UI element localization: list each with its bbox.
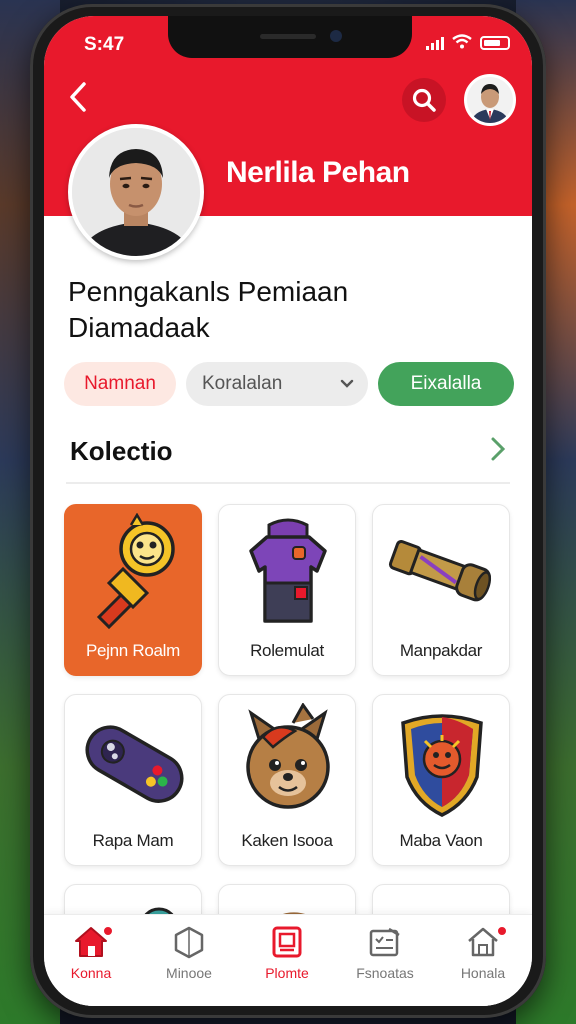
frame-icon bbox=[272, 926, 302, 958]
nav-label: Plomte bbox=[265, 965, 309, 981]
nav-item-minooe[interactable]: Minooe bbox=[144, 925, 234, 995]
item-card[interactable]: Maba Vaon bbox=[372, 694, 510, 866]
front-camera bbox=[330, 30, 342, 42]
page-title-line1: Penngakanls Pemiaan bbox=[68, 276, 349, 307]
nav-label: Fsnoatas bbox=[356, 965, 414, 981]
profile-photo-icon bbox=[72, 128, 200, 256]
profile-name: Nerlila Pehan bbox=[226, 156, 410, 189]
user-avatar-icon bbox=[467, 77, 513, 123]
status-icons bbox=[426, 34, 510, 52]
wifi-icon bbox=[452, 34, 472, 52]
crest-shield-icon bbox=[401, 714, 483, 817]
chevron-left-icon bbox=[70, 82, 86, 112]
item-card[interactable]: Rolemulat bbox=[218, 504, 356, 676]
nav-item-fsnoatas[interactable]: Fsnoatas bbox=[340, 925, 430, 995]
nav-item-plomte[interactable]: Plomte bbox=[242, 925, 332, 995]
status-time: S:47 bbox=[84, 34, 125, 55]
item-card[interactable]: Manpakdar bbox=[372, 504, 510, 676]
nav-item-konna[interactable]: Konna bbox=[46, 925, 136, 995]
page-title: Penngakanls Pemiaan Diamadaak bbox=[68, 274, 488, 346]
telescope-icon bbox=[388, 540, 492, 602]
dropdown-label: Koralalan bbox=[202, 373, 283, 394]
section-more-button[interactable] bbox=[488, 434, 512, 464]
signal-icon bbox=[426, 36, 444, 50]
section-title: Kolectio bbox=[70, 436, 173, 466]
phone-notch bbox=[168, 16, 412, 58]
dropdown-koralalan[interactable]: Koralalan bbox=[186, 362, 368, 406]
golden-scepter-icon bbox=[96, 513, 175, 630]
page-title-line2: Diamadaak bbox=[68, 312, 210, 343]
jersey-icon bbox=[249, 518, 327, 623]
app-screen: S:47 Nerlila Pehan Penngakanls Pemiaan D… bbox=[44, 16, 532, 1006]
nav-label: Honala bbox=[460, 965, 506, 981]
checklist-icon bbox=[369, 927, 400, 957]
chip-label: Namnan bbox=[84, 373, 156, 394]
nav-label: Konna bbox=[70, 965, 112, 981]
nav-item-honala[interactable]: Honala bbox=[438, 925, 528, 995]
back-button[interactable] bbox=[66, 80, 96, 116]
nav-label: Minooe bbox=[166, 965, 212, 981]
chip-label: Eixalalla bbox=[410, 373, 482, 394]
item-label: Pejnn Roalm bbox=[85, 641, 181, 660]
gamepad-icon bbox=[85, 725, 184, 803]
user-avatar-button[interactable] bbox=[464, 74, 516, 126]
item-label: Manpakdar bbox=[399, 641, 483, 660]
search-icon bbox=[412, 88, 436, 112]
item-label: Maba Vaon bbox=[399, 831, 483, 850]
notification-dot bbox=[496, 925, 508, 937]
phone-frame: S:47 Nerlila Pehan Penngakanls Pemiaan D… bbox=[30, 4, 546, 1018]
item-label: Rolemulat bbox=[250, 641, 324, 660]
item-label: Rapa Mam bbox=[92, 831, 174, 850]
profile-avatar[interactable] bbox=[68, 124, 204, 260]
item-card[interactable]: Pejnn Roalm bbox=[64, 504, 202, 676]
divider bbox=[66, 482, 510, 484]
search-button[interactable] bbox=[402, 78, 446, 122]
filter-chips: Namnan Koralalan Eixalalla bbox=[64, 362, 514, 408]
speaker bbox=[260, 34, 316, 39]
item-card[interactable]: Kaken Isooa bbox=[218, 694, 356, 866]
bottom-navigation: Konna Minooe Plomte Fsnoatas Honala bbox=[44, 914, 532, 1006]
hexagon-icon bbox=[174, 926, 204, 959]
battery-icon bbox=[480, 36, 510, 50]
bear-mascot-icon bbox=[246, 703, 330, 809]
chevron-right-icon bbox=[491, 437, 506, 461]
item-label: Kaken Isooa bbox=[241, 831, 333, 850]
chevron-down-icon bbox=[340, 379, 354, 388]
chip-namnan[interactable]: Namnan bbox=[64, 362, 176, 406]
item-card[interactable]: Rapa Mam bbox=[64, 694, 202, 866]
chip-eixalalla[interactable]: Eixalalla bbox=[378, 362, 514, 406]
notification-dot bbox=[102, 925, 114, 937]
